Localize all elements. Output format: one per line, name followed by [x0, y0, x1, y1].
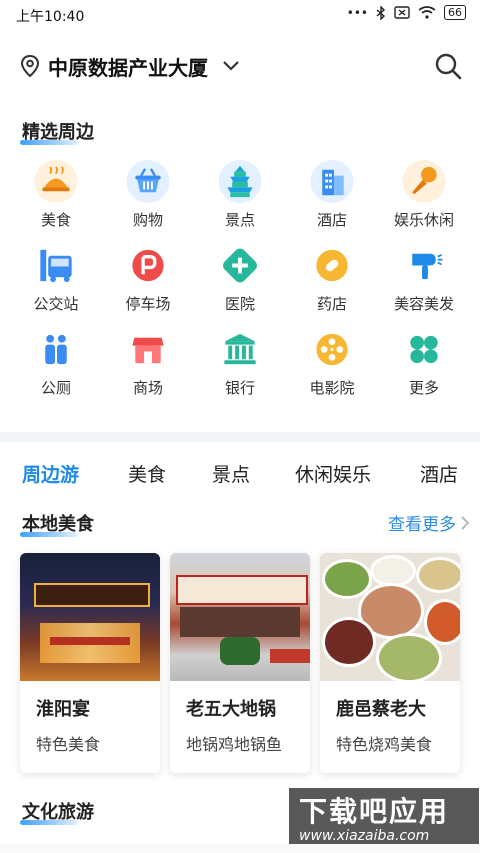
food-card-desc: 特色烧鸡美食: [336, 735, 433, 754]
title-underline: [20, 532, 78, 537]
view-more-link[interactable]: 查看更多: [388, 510, 456, 535]
tab-hotel[interactable]: 酒店: [420, 460, 458, 487]
category-beauty-salon[interactable]: 美容美发: [378, 244, 470, 314]
food-icon: [34, 160, 78, 203]
category-label: 美食: [40, 211, 71, 229]
nearby-category-grid: 美食 购物 景点 酒店 娱乐休闲 公交站 停车场 医院 药店 美容美发 公厕 商…: [10, 160, 470, 398]
tab-scenic[interactable]: 景点: [212, 460, 250, 487]
category-hotel[interactable]: 酒店: [286, 160, 378, 230]
tab-food[interactable]: 美食: [128, 460, 166, 487]
food-card[interactable]: 淮阳宴 特色美食: [20, 553, 160, 773]
food-card[interactable]: 老五大地锅 地锅鸡地锅鱼: [170, 553, 310, 773]
more-grid-icon: [410, 335, 438, 364]
wifi-icon: [418, 6, 436, 19]
food-card-image: [320, 553, 460, 683]
food-card-name: 鹿邑蔡老大: [336, 699, 426, 720]
watermark-url: www.xiazaiba.com: [299, 828, 430, 844]
food-card-image: [20, 553, 160, 681]
hotel-building-icon: [310, 160, 354, 203]
restroom-icon: [45, 334, 67, 365]
category-parking[interactable]: 停车场: [102, 244, 194, 314]
pill-icon: [316, 249, 348, 282]
bus-icon: [40, 249, 72, 283]
category-mall[interactable]: 商场: [102, 328, 194, 398]
food-card-name: 淮阳宴: [36, 699, 90, 720]
film-reel-icon: [316, 333, 348, 366]
category-label: 药店: [316, 295, 347, 313]
title-underline: [20, 140, 78, 145]
category-label: 酒店: [316, 211, 347, 229]
category-cinema[interactable]: 电影院: [286, 328, 378, 398]
mall-icon: [132, 337, 164, 364]
category-label: 景点: [224, 211, 255, 229]
status-icons: ••• 66: [347, 5, 466, 20]
section-divider: [0, 432, 480, 442]
shopping-basket-icon: [126, 160, 170, 203]
more-dots-icon: •••: [346, 5, 368, 20]
category-label: 娱乐休闲: [393, 211, 454, 229]
watermark-logo: 下载吧应用 www.xiazaiba.com: [287, 786, 480, 852]
category-bank[interactable]: 银行: [194, 328, 286, 398]
hospital-cross-icon: [223, 248, 257, 283]
chevron-right-icon[interactable]: [460, 515, 470, 531]
battery-indicator: 66: [444, 5, 466, 20]
category-label: 停车场: [125, 295, 171, 313]
food-card[interactable]: 鹿邑蔡老大 特色烧鸡美食: [320, 553, 460, 773]
microphone-icon: [402, 160, 446, 203]
category-restroom[interactable]: 公厕: [10, 328, 102, 398]
temple-icon: [218, 160, 262, 203]
category-entertainment[interactable]: 娱乐休闲: [378, 160, 470, 230]
category-label: 商场: [132, 379, 163, 397]
location-selector[interactable]: 中原数据产业大厦: [48, 52, 208, 81]
category-label: 公交站: [33, 295, 79, 313]
no-sim-icon: [394, 6, 410, 19]
category-label: 银行: [224, 379, 255, 397]
category-pharmacy[interactable]: 药店: [286, 244, 378, 314]
category-label: 美容美发: [393, 295, 454, 313]
category-hospital[interactable]: 医院: [194, 244, 286, 314]
status-time: 上午10:40: [16, 9, 85, 25]
food-card-desc: 地锅鸡地锅鱼: [186, 735, 283, 754]
category-label: 医院: [224, 295, 255, 313]
food-card-name: 老五大地锅: [186, 699, 276, 720]
bottom-nav-edge: [0, 844, 480, 853]
parking-icon: [132, 249, 164, 282]
bank-icon: [224, 333, 256, 365]
category-label: 更多: [408, 379, 439, 397]
category-tabs: 周边游 美食 景点 休闲娱乐 酒店: [0, 452, 480, 496]
category-label: 公厕: [40, 379, 71, 397]
category-bus-stop[interactable]: 公交站: [10, 244, 102, 314]
category-food[interactable]: 美食: [10, 160, 102, 230]
bluetooth-icon: [376, 5, 386, 20]
category-more[interactable]: 更多: [378, 328, 470, 398]
category-label: 购物: [132, 211, 163, 229]
category-scenic[interactable]: 景点: [194, 160, 286, 230]
food-card-image: [170, 553, 310, 681]
chevron-down-icon[interactable]: [222, 58, 240, 72]
title-underline: [20, 820, 78, 825]
watermark-text: 下载吧应用: [299, 795, 450, 828]
food-card-desc: 特色美食: [36, 735, 101, 754]
search-icon[interactable]: [434, 52, 462, 80]
category-label: 电影院: [309, 379, 355, 397]
location-pin-icon: [20, 54, 40, 78]
location-header: 中原数据产业大厦: [0, 44, 480, 88]
tab-nearby-travel[interactable]: 周边游: [22, 460, 79, 487]
hair-dryer-icon: [412, 253, 443, 280]
tab-leisure[interactable]: 休闲娱乐: [295, 460, 371, 487]
status-bar: 上午10:40 ••• 66: [0, 0, 480, 30]
category-shopping[interactable]: 购物: [102, 160, 194, 230]
